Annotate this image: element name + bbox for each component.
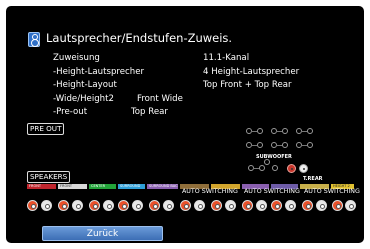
tag-front-r: FRONT (27, 184, 56, 189)
page-title: Lautsprecher/Endstufen-Zuweis. (46, 31, 233, 45)
auto-switching-label-1: AUTO SWITCHING (182, 188, 238, 195)
setting-value-pre-out: Top Rear (131, 107, 168, 117)
tag-center: CENTER (89, 184, 116, 189)
setting-value-zuweisung: 11.1-Kanal (203, 53, 250, 63)
setting-label-wide-height2: -Wide/Height2 (53, 94, 114, 104)
setting-value-wide-height2: Front Wide (137, 94, 183, 104)
back-button[interactable]: Zurück (42, 226, 163, 241)
auto-switching-label-2: AUTO SWITCHING (244, 188, 300, 195)
top-rear-jack-red (287, 164, 296, 173)
top-rear-jack-white (299, 164, 308, 173)
subwoofer-label: SUBWOOFER (256, 154, 292, 160)
setting-label-zuweisung: Zuweisung (53, 53, 100, 63)
speaker-icon (28, 32, 40, 47)
tag-front-l: FRONT (58, 184, 87, 189)
setting-value-height-speakers: 4 Height-Lautsprecher (203, 67, 300, 77)
setting-value-height-layout: Top Front + Top Rear (203, 80, 292, 90)
setting-label-height-speakers: -Height-Lautsprecher (53, 67, 145, 77)
setting-label-pre-out: -Pre-out (53, 107, 88, 117)
tag-surround-back: SURROUND BACK (147, 184, 178, 189)
setup-screen: Lautsprecher/Endstufen-Zuweis. Zuweisung… (6, 6, 364, 243)
setting-label-height-layout: -Height-Layout (53, 80, 117, 90)
auto-switching-label-3: AUTO SWITCHING (304, 188, 360, 195)
tag-surround: SURROUND (118, 184, 145, 189)
speakers-label: SPEAKERS (27, 171, 71, 183)
top-rear-label: T.REAR (303, 176, 323, 182)
pre-out-label: PRE OUT (27, 123, 65, 135)
